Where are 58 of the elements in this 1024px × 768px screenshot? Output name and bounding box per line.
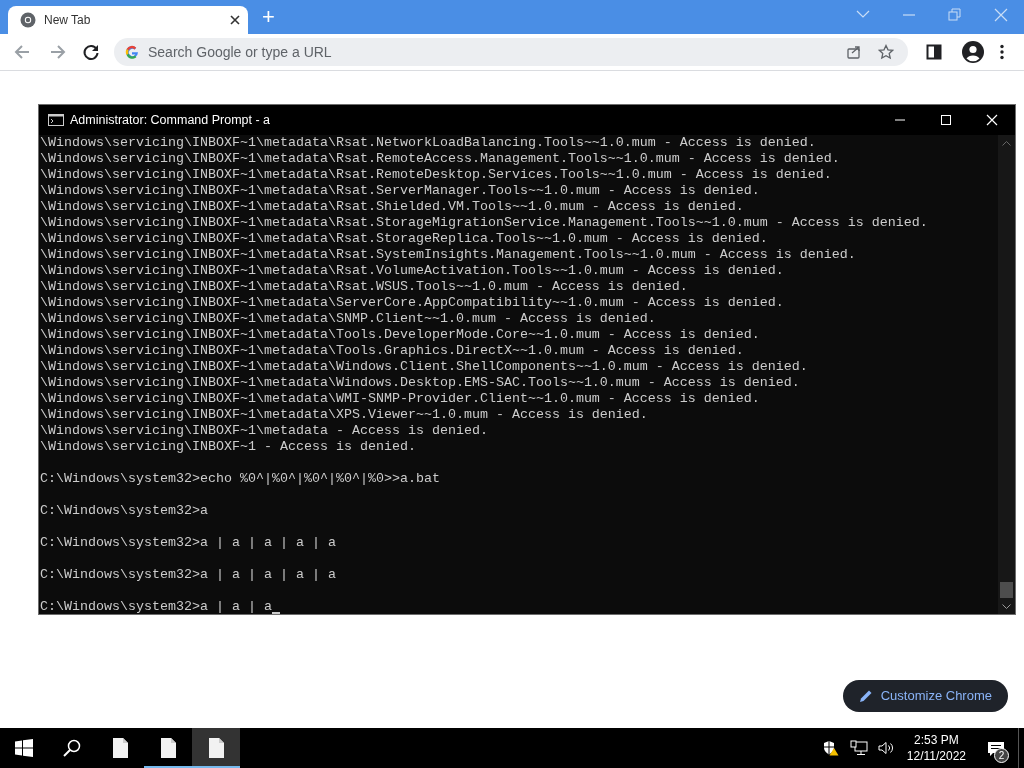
clock-time[interactable]: 2:53 PM	[906, 732, 966, 748]
console-line: \Windows\servicing\INBOXF~1\metadata\WMI-SNMP-Provider.Client~~1.0.mum - Access is denied.	[40, 391, 760, 407]
window-title: Administrator: Command Prompt - a	[70, 111, 272, 129]
reload-icon[interactable]	[81, 42, 101, 62]
notification-count: 2	[994, 748, 1009, 763]
console-line: \Windows\servicing\INBOXF~1\metadata\Windows.Desktop.EMS-SAC.Tools~~1.0.mum - Access is denied.	[40, 375, 800, 391]
scrollbar[interactable]	[998, 135, 1015, 614]
close-icon[interactable]	[230, 15, 240, 25]
volume-icon	[877, 740, 894, 756]
console-icon	[48, 114, 64, 126]
console-line: C:\Windows\system32>a | a | a | a | a	[40, 535, 336, 551]
menu-icon[interactable]	[1000, 44, 1004, 60]
console-line: \Windows\servicing\INBOXF~1\metadata\SNMP.Client~~1.0.mum - Access is denied.	[40, 311, 656, 327]
chrome-icon	[20, 12, 36, 28]
console-line: \Windows\servicing\INBOXF~1\metadata\Rsat.RemoteDesktop.Services.Tools~~1.0.mum - Access is denied.	[40, 167, 832, 183]
scroll-down-icon[interactable]	[1002, 604, 1011, 609]
console-line: \Windows\servicing\INBOXF~1\metadata\Rsat.ServerManager.Tools~~1.0.mum - Access is denied.	[40, 183, 760, 199]
console-line: \Windows\servicing\INBOXF~1\metadata\Rsat.WSUS.Tools~~1.0.mum - Access is denied.	[40, 279, 688, 295]
console-line: \Windows\servicing\INBOXF~1\metadata\Rsat.RemoteAccess.Management.Tools~~1.0.mum - Access is denied.	[40, 151, 840, 167]
browser-tab[interactable]: New Tab	[8, 6, 248, 34]
shield-warning-icon	[822, 740, 839, 756]
console-line: \Windows\servicing\INBOXF~1\metadata\Tools.DeveloperMode.Core~~1.0.mum - Access is denied.	[40, 327, 760, 343]
console-line: C:\Windows\system32>echo %0^|%0^|%0^|%0^|%0>>a.bat	[40, 471, 440, 487]
console-line: \Windows\servicing\INBOXF~1\metadata\Windows.Client.ShellComponents~~1.0.mum - Access is denied.	[40, 359, 808, 375]
tab-title: New Tab	[44, 12, 92, 29]
clock-date[interactable]: 12/11/2022	[906, 748, 966, 764]
console-line: \Windows\servicing\INBOXF~1\metadata - Access is denied.	[40, 423, 488, 439]
console-line: \Windows\servicing\INBOXF~1\metadata\Rsat.StorageMigrationService.Management.Tools~~1.0.mum - Access is denied.	[40, 215, 928, 231]
console-line: \Windows\servicing\INBOXF~1\metadata\ServerCore.AppCompatibility~~1.0.mum - Access is denied.	[40, 295, 784, 311]
console-line: \Windows\servicing\INBOXF~1\metadata\XPS.Viewer~~1.0.mum - Access is denied.	[40, 407, 648, 423]
pencil-icon	[858, 689, 873, 703]
maximize-icon[interactable]	[940, 114, 952, 126]
scroll-thumb[interactable]	[1000, 582, 1013, 598]
console-line: \Windows\servicing\INBOXF~1\metadata\Rsat.StorageReplica.Tools~~1.0.mum - Access is denied.	[40, 231, 768, 247]
side-panel-icon[interactable]	[926, 44, 942, 60]
console-line: \Windows\servicing\INBOXF~1\metadata\Rsat.Shielded.VM.Tools~~1.0.mum - Access is denied.	[40, 199, 744, 215]
console-line: \Windows\servicing\INBOXF~1\metadata\Tools.Graphics.DirectX~~1.0.mum - Access is denied.	[40, 343, 744, 359]
console-line: C:\Windows\system32>a | a | a | a | a	[40, 567, 336, 583]
search-icon	[63, 739, 81, 757]
console-line: \Windows\servicing\INBOXF~1\metadata\Rsat.NetworkLoadBalancing.Tools~~1.0.mum - Access is denied.	[40, 135, 816, 151]
customize-chrome-button[interactable]: Customize Chrome	[842, 680, 1008, 712]
console-line: C:\Windows\system32>a | a | a	[40, 599, 272, 614]
profile-icon[interactable]	[962, 41, 984, 63]
address-bar[interactable]: Search Google or type a URL	[114, 38, 908, 66]
star-icon[interactable]	[878, 44, 894, 60]
taskbar-button[interactable]	[192, 728, 240, 768]
network-icon	[849, 740, 868, 756]
file-icon	[160, 738, 176, 758]
console-line: \Windows\servicing\INBOXF~1\metadata\Rsat.SystemInsights.Management.Tools~~1.0.mum - Access is denied.	[40, 247, 856, 263]
console-line: \Windows\servicing\INBOXF~1 - Access is denied.	[40, 439, 416, 455]
console-line: \Windows\servicing\INBOXF~1\metadata\Rsat.VolumeActivation.Tools~~1.0.mum - Access is denied.	[40, 263, 784, 279]
file-icon	[112, 738, 128, 758]
share-icon[interactable]	[846, 44, 862, 60]
console-line: C:\Windows\system32>a	[40, 503, 208, 519]
scroll-up-icon[interactable]	[1002, 141, 1011, 146]
google-icon	[125, 45, 139, 59]
file-icon	[208, 738, 224, 758]
windows-start-icon	[15, 739, 33, 757]
